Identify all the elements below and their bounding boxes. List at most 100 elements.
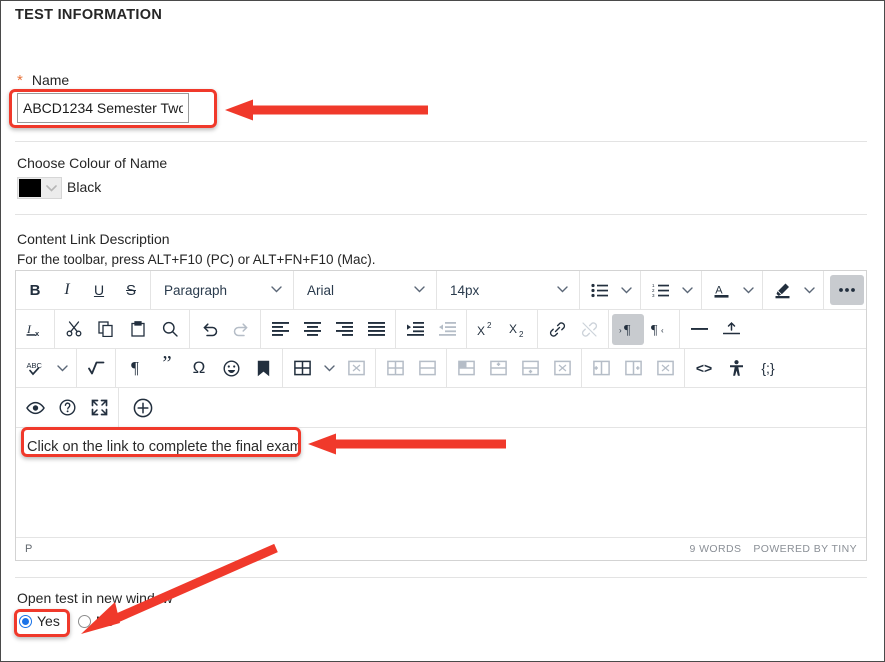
emoticons-icon[interactable] xyxy=(215,353,247,384)
insert-link-icon[interactable] xyxy=(541,314,573,345)
colour-swatch xyxy=(19,179,41,197)
tiny-branding[interactable]: POWERED BY TINY xyxy=(753,543,857,555)
svg-text:›: › xyxy=(619,326,622,335)
colour-picker-button[interactable] xyxy=(17,177,62,199)
divider xyxy=(15,214,867,215)
insert-row-below-icon[interactable] xyxy=(514,353,546,384)
insert-content-icon[interactable] xyxy=(127,392,159,423)
merge-cells-icon[interactable] xyxy=(411,353,443,384)
align-center-icon[interactable] xyxy=(296,314,328,345)
highlight-color-icon[interactable] xyxy=(766,275,798,306)
radio-option-no[interactable]: No xyxy=(77,613,114,629)
insert-column-after-icon[interactable] xyxy=(617,353,649,384)
bold-icon[interactable]: B xyxy=(19,275,51,306)
required-asterisk-icon: * xyxy=(17,72,23,89)
radio-yes-indicator[interactable] xyxy=(19,614,32,628)
name-input[interactable] xyxy=(17,93,189,123)
align-justify-icon[interactable] xyxy=(360,314,392,345)
radio-yes-label: Yes xyxy=(37,613,60,629)
copy-icon[interactable] xyxy=(90,314,122,345)
math-equation-icon[interactable] xyxy=(80,353,112,384)
strikethrough-icon[interactable]: S xyxy=(115,275,147,306)
toolbar-group-alignment xyxy=(261,310,396,348)
toolbar-group-table-cell xyxy=(376,349,447,387)
preview-icon[interactable] xyxy=(19,392,51,423)
bookmark-anchor-icon[interactable] xyxy=(247,353,279,384)
chevron-down-icon[interactable] xyxy=(615,275,637,306)
toolbar-group-clipboard xyxy=(55,310,190,348)
table-cell-properties-icon[interactable] xyxy=(379,353,411,384)
editor-content-area[interactable]: Click on the link to complete the final … xyxy=(16,427,866,537)
remove-link-icon[interactable] xyxy=(573,314,605,345)
svg-text:‹: ‹ xyxy=(661,326,664,335)
more-options-icon[interactable] xyxy=(830,275,864,305)
font-size-select[interactable]: 14px xyxy=(440,275,576,306)
delete-row-icon[interactable] xyxy=(546,353,578,384)
clear-formatting-icon[interactable]: I x xyxy=(19,314,51,345)
horizontal-rule-icon[interactable] xyxy=(683,314,715,345)
radio-option-yes[interactable]: Yes xyxy=(19,613,60,629)
svg-text:2: 2 xyxy=(519,330,524,337)
svg-text:I: I xyxy=(26,322,32,336)
name-label-text: Name xyxy=(31,72,70,88)
undo-icon[interactable] xyxy=(193,314,225,345)
chevron-down-icon[interactable] xyxy=(51,353,73,384)
editor-toolbar-row-2: I x X 2 X 2 › ¶ ¶ ‹ xyxy=(16,310,866,349)
toolbar-group-highlight-color xyxy=(763,271,824,309)
chevron-down-icon[interactable] xyxy=(318,353,340,384)
find-replace-icon[interactable] xyxy=(154,314,186,345)
chevron-down-icon[interactable] xyxy=(737,275,759,306)
cut-icon[interactable] xyxy=(58,314,90,345)
page-break-icon[interactable] xyxy=(715,314,747,345)
redo-icon[interactable] xyxy=(225,314,257,345)
colour-name-value: Black xyxy=(67,179,102,195)
source-code-icon[interactable]: <> xyxy=(688,353,720,384)
text-color-icon[interactable]: A xyxy=(705,275,737,306)
divider xyxy=(15,577,867,578)
code-sample-icon[interactable]: {;} xyxy=(752,353,784,384)
superscript-icon[interactable]: X 2 xyxy=(470,314,502,345)
clipboard-paste-icon[interactable] xyxy=(122,314,154,345)
spellcheck-icon[interactable]: ABC xyxy=(19,353,51,384)
special-character-icon[interactable]: Ω xyxy=(183,353,215,384)
insert-table-icon[interactable] xyxy=(286,353,318,384)
align-left-icon[interactable] xyxy=(264,314,296,345)
font-family-value: Arial xyxy=(307,282,335,298)
radio-no-indicator[interactable] xyxy=(77,614,91,628)
table-row-properties-icon[interactable] xyxy=(450,353,482,384)
svg-text:¶: ¶ xyxy=(624,323,631,337)
ltr-direction-icon[interactable]: › ¶ xyxy=(612,313,644,345)
font-size-value: 14px xyxy=(450,282,480,298)
rtl-direction-icon[interactable]: ¶ ‹ xyxy=(644,314,676,345)
bullet-list-icon[interactable] xyxy=(583,275,615,306)
show-blocks-icon[interactable]: ¶ xyxy=(119,353,151,384)
chevron-down-icon[interactable] xyxy=(676,275,698,306)
editor-toolbar-row-3: ABC ¶ ” Ω <> {;} xyxy=(16,349,866,388)
fullscreen-icon[interactable] xyxy=(83,392,115,423)
colour-field-label: Choose Colour of Name xyxy=(17,155,168,171)
toolbar-group-view xyxy=(16,388,119,427)
italic-icon[interactable]: I xyxy=(51,275,83,306)
subscript-icon[interactable]: X 2 xyxy=(502,314,534,345)
accessibility-check-icon[interactable] xyxy=(720,353,752,384)
indent-decrease-icon[interactable] xyxy=(431,314,463,345)
block-format-select[interactable]: Paragraph xyxy=(154,275,290,306)
indent-increase-icon[interactable] xyxy=(399,314,431,345)
toolbar-group-insert xyxy=(680,310,750,348)
blockquote-icon[interactable]: ” xyxy=(151,353,183,384)
svg-text:¶: ¶ xyxy=(651,323,658,337)
chevron-down-icon[interactable] xyxy=(798,275,820,306)
help-icon[interactable] xyxy=(51,392,83,423)
numbered-list-icon[interactable]: 1 2 3 xyxy=(644,275,676,306)
insert-column-before-icon[interactable] xyxy=(585,353,617,384)
radio-no-label: No xyxy=(95,613,114,629)
underline-icon[interactable]: U xyxy=(83,275,115,306)
delete-table-icon[interactable] xyxy=(340,353,372,384)
svg-text:ABC: ABC xyxy=(26,361,42,370)
delete-column-icon[interactable] xyxy=(649,353,681,384)
insert-row-above-icon[interactable] xyxy=(482,353,514,384)
toolbar-group-bullet-list xyxy=(580,271,641,309)
font-family-select[interactable]: Arial xyxy=(297,275,433,306)
align-right-icon[interactable] xyxy=(328,314,360,345)
element-path[interactable]: P xyxy=(25,543,32,555)
